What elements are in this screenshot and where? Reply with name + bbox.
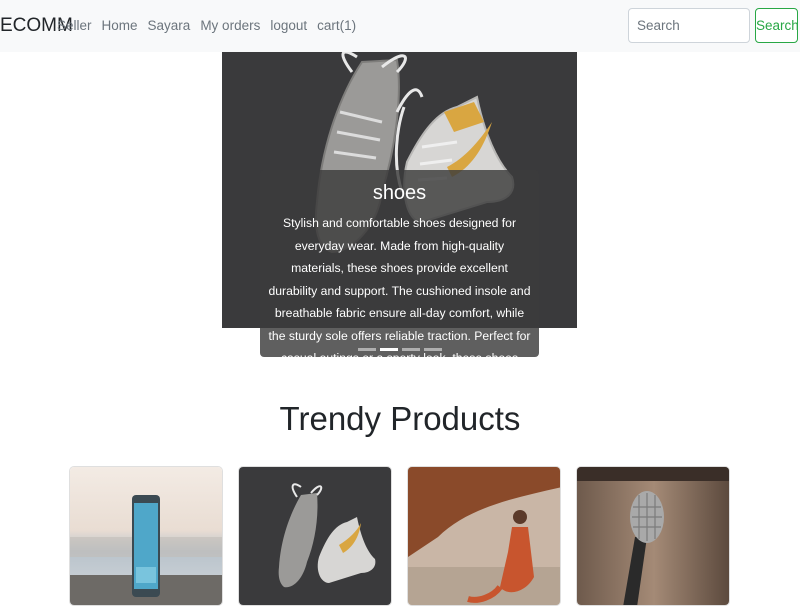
nav-links: Seller Home Sayara My orders logout cart… <box>57 18 366 33</box>
shoes-image <box>239 467 391 605</box>
carousel-indicator-4[interactable] <box>424 348 442 351</box>
carousel-caption-title: shoes <box>372 182 427 204</box>
nav-link-home[interactable]: Home <box>102 18 138 33</box>
product-card-shoes[interactable] <box>238 466 392 606</box>
nav-link-user[interactable]: Sayara <box>148 18 191 33</box>
search-input[interactable] <box>628 8 750 43</box>
carousel-indicator-1[interactable] <box>358 348 376 351</box>
search-button[interactable]: Search <box>755 8 799 43</box>
product-card-dress[interactable] <box>407 466 561 606</box>
nav-link-logout[interactable]: logout <box>270 18 307 33</box>
navbar: ECOMM Seller Home Sayara My orders logou… <box>0 0 800 52</box>
carousel-caption-text: Stylish and comfortable shoes designed f… <box>268 216 531 388</box>
microphone-image <box>577 467 729 605</box>
carousel-indicator-2[interactable] <box>380 348 398 351</box>
carousel-indicators <box>358 348 442 351</box>
woman-dress-image <box>408 467 560 605</box>
nav-link-my-orders[interactable]: My orders <box>200 18 260 33</box>
carousel-caption: shoes Stylish and comfortable shoes desi… <box>260 170 539 388</box>
smartphone-image <box>70 467 222 605</box>
nav-link-cart[interactable]: cart(1) <box>317 18 356 33</box>
product-card-smartphone[interactable] <box>69 466 223 606</box>
trendy-products-heading: Trendy Products <box>279 400 521 437</box>
product-carousel: shoes Stylish and comfortable shoes desi… <box>222 52 577 388</box>
nav-link-seller[interactable]: Seller <box>57 18 92 33</box>
carousel-indicator-3[interactable] <box>402 348 420 351</box>
product-card-microphone[interactable] <box>576 466 730 606</box>
